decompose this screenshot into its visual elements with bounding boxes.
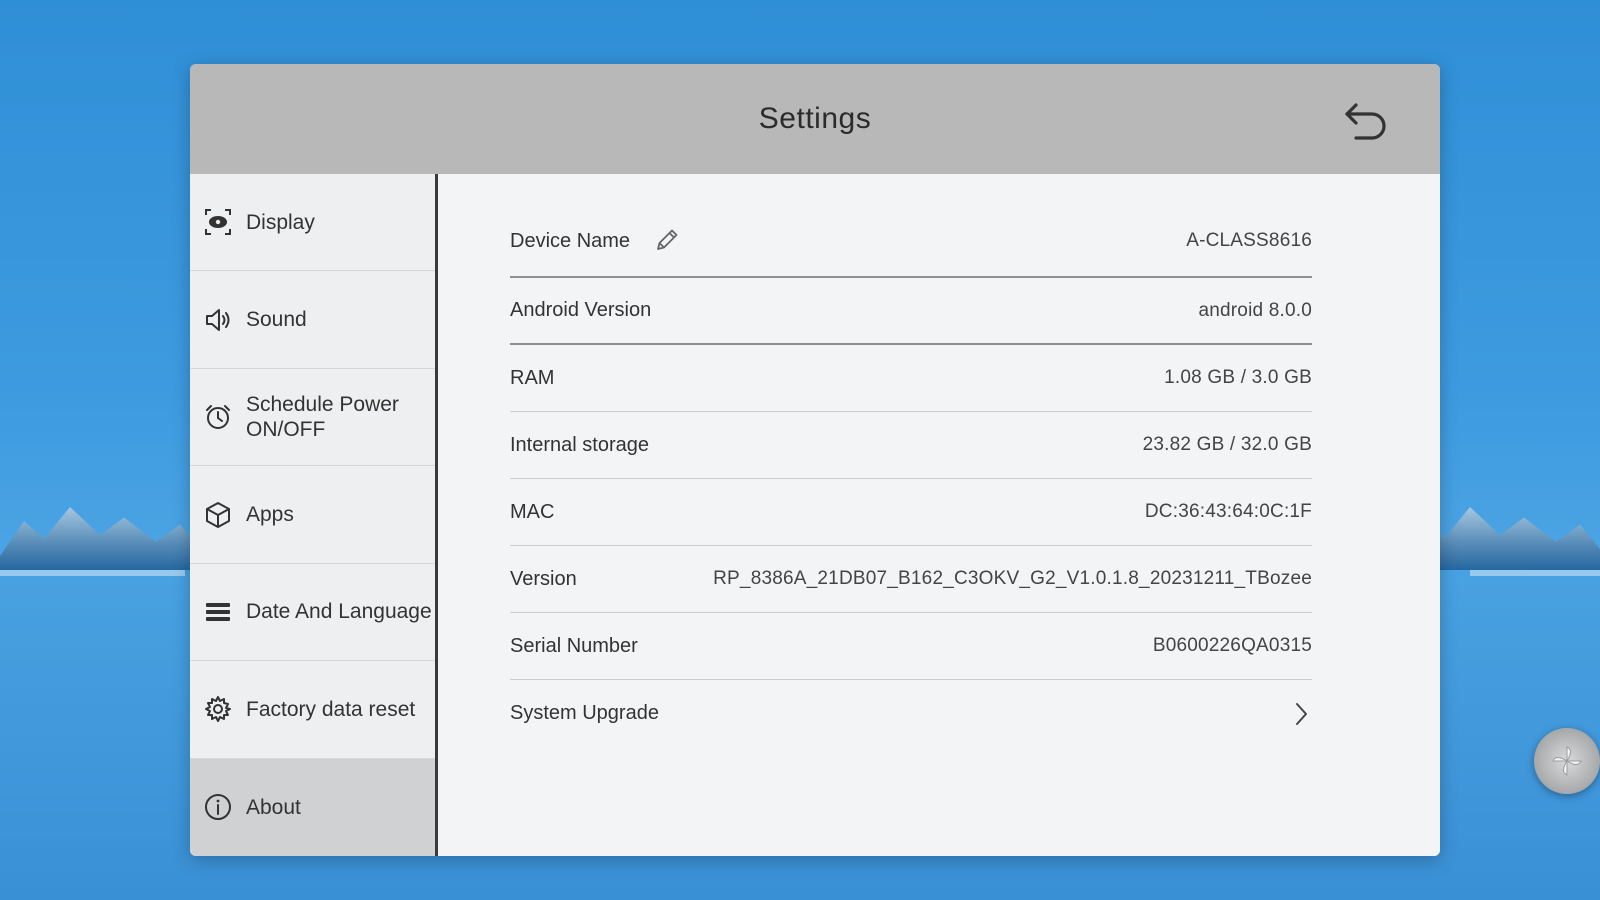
alarm-clock-icon: [202, 401, 234, 433]
cube-icon: [202, 499, 234, 531]
back-arrow-icon: [1345, 103, 1386, 140]
about-panel: Device Name A-CLASS8616 Android Version …: [438, 174, 1440, 856]
sidebar-item-label: Sound: [246, 308, 307, 332]
internal-storage-row: Internal storage 23.82 GB / 32.0 GB: [510, 412, 1312, 479]
sidebar-item-about[interactable]: About: [190, 758, 435, 856]
chevron-right-icon: [1292, 700, 1312, 728]
system-upgrade-row[interactable]: System Upgrade: [510, 680, 1312, 747]
sidebar-item-label: Schedule Power ON/OFF: [246, 392, 399, 442]
sidebar-item-label: Display: [246, 210, 315, 234]
row-value: android 8.0.0: [1198, 299, 1312, 321]
row-label: Version: [510, 567, 577, 590]
row-value: 23.82 GB / 32.0 GB: [1142, 434, 1312, 455]
window-title: Settings: [758, 102, 872, 135]
sidebar-item-label: Date And Language: [246, 600, 432, 624]
row-value: 1.08 GB / 3.0 GB: [1164, 367, 1312, 388]
sidebar-item-factory-reset[interactable]: Factory data reset: [190, 661, 435, 759]
row-label: Device Name: [510, 229, 631, 252]
row-label: Internal storage: [510, 433, 649, 456]
row-label: Android Version: [510, 299, 652, 321]
mac-row: MAC DC:36:43:64:0C:1F: [510, 479, 1312, 546]
row-label: MAC: [510, 500, 555, 523]
row-value: RP_8386A_21DB07_B162_C3OKV_G2_V1.0.1.8_2…: [713, 568, 1312, 589]
floating-assistive-button[interactable]: [1534, 728, 1600, 794]
edit-device-name-button[interactable]: [652, 225, 684, 257]
back-button[interactable]: [1340, 98, 1392, 144]
list-icon: [202, 596, 234, 628]
android-version-row: Android Version android 8.0.0: [510, 278, 1312, 345]
pencil-icon: [657, 229, 678, 250]
speaker-icon: [202, 304, 234, 336]
sidebar-item-schedule-power[interactable]: Schedule Power ON/OFF: [190, 369, 435, 467]
sidebar-item-apps[interactable]: Apps: [190, 466, 435, 564]
eye-display-icon: [202, 206, 234, 238]
wallpaper-horizon-right: [1470, 570, 1600, 576]
row-label: RAM: [510, 366, 555, 389]
sidebar-item-label: Factory data reset: [246, 697, 416, 721]
fan-icon: [1552, 746, 1582, 776]
row-label: System Upgrade: [510, 702, 659, 724]
row-value: A-CLASS8616: [1186, 230, 1312, 251]
sidebar-item-label: Apps: [246, 502, 294, 526]
sidebar-item-date-language[interactable]: Date And Language: [190, 564, 435, 662]
wallpaper-mountains-left: [0, 507, 200, 570]
row-value: DC:36:43:64:0C:1F: [1144, 501, 1312, 522]
gear-icon: [202, 693, 234, 725]
serial-number-row: Serial Number B0600226QA0315: [510, 613, 1312, 680]
device-name-row: Device Name A-CLASS8616: [510, 206, 1312, 278]
ram-row: RAM 1.08 GB / 3.0 GB: [510, 345, 1312, 412]
title-bar: Settings: [190, 64, 1440, 174]
info-icon: [202, 791, 234, 823]
sidebar-item-label: About: [246, 795, 301, 819]
settings-sidebar: Display Sound Schedule Power ON/OFF Apps…: [190, 174, 438, 856]
sidebar-item-display[interactable]: Display: [190, 174, 435, 272]
wallpaper-horizon-left: [0, 570, 185, 576]
sidebar-item-sound[interactable]: Sound: [190, 271, 435, 369]
version-row: Version RP_8386A_21DB07_B162_C3OKV_G2_V1…: [510, 546, 1312, 613]
settings-window: Settings Display Sound Schedule Power ON…: [190, 64, 1440, 856]
row-label: Serial Number: [510, 634, 638, 657]
row-value: B0600226QA0315: [1152, 635, 1312, 656]
